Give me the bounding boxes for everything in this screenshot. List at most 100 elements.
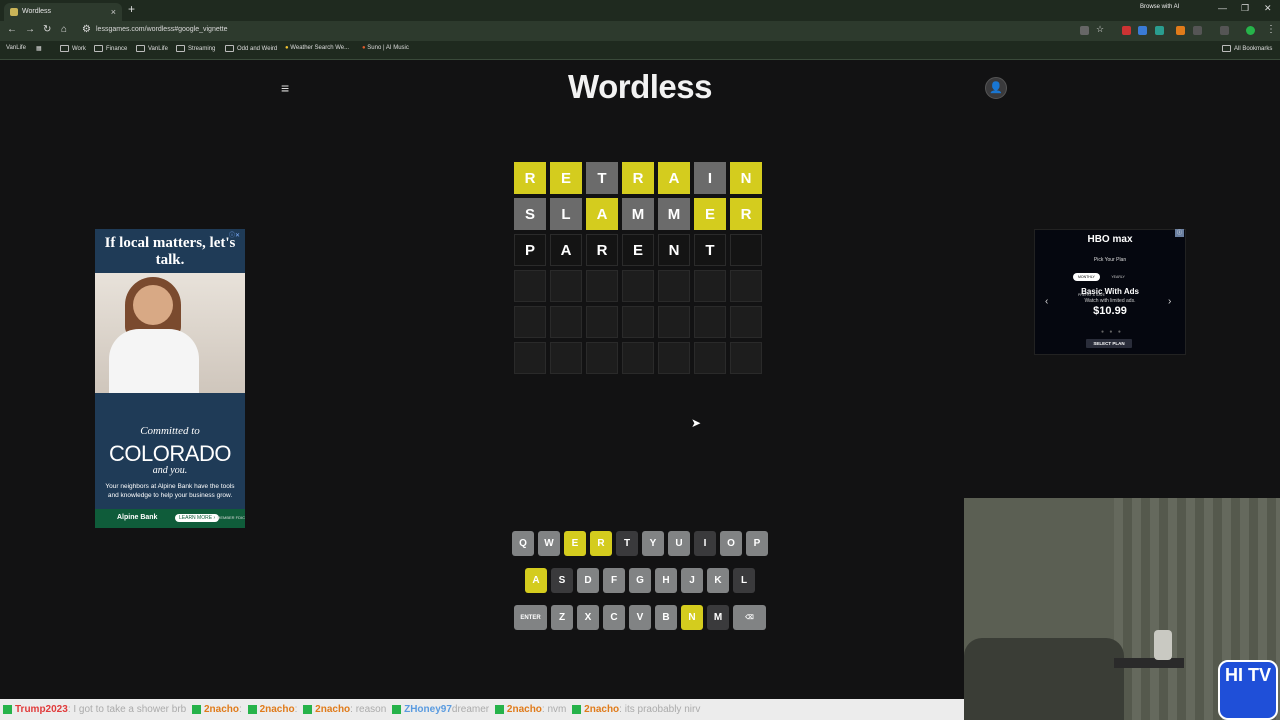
key-o[interactable]: O [720,531,742,556]
key-a[interactable]: A [525,568,547,593]
close-tab-icon[interactable]: × [111,3,116,21]
backspace-key[interactable]: ⌫ [733,605,766,630]
new-tab-icon[interactable]: + [128,2,135,16]
ad-info-icon[interactable]: ⓘ✕ [229,230,240,239]
ad-tab-yearly[interactable]: YEARLY [1106,273,1130,281]
key-d[interactable]: D [577,568,599,593]
all-bookmarks[interactable]: All Bookmarks [1222,45,1272,52]
letter-tile: T [586,162,618,194]
key-p[interactable]: P [746,531,768,556]
chat-message: dreamer [451,704,492,715]
ad-plan-price: $10.99 [1093,305,1127,317]
bookmark-folder[interactable]: Work [60,45,86,52]
key-i[interactable]: I [694,531,716,556]
extension-icon[interactable] [1155,26,1164,35]
more-menu-icon[interactable]: ⋮ [1266,24,1276,35]
ad-learn-more-button[interactable]: LEARN MORE › [175,514,220,522]
star-icon[interactable]: ☆ [1096,24,1104,35]
key-l[interactable]: L [733,568,755,593]
key-g[interactable]: G [629,568,651,593]
letter-tile [658,342,690,374]
bookmark-folder[interactable]: VanLife [136,45,168,52]
extensions-puzzle-icon[interactable] [1193,26,1202,35]
extension-icon[interactable] [1138,26,1147,35]
ad-tab-monthly[interactable]: MONTHLY [1073,273,1100,281]
chat-message: : [239,704,245,715]
key-y[interactable]: Y [642,531,664,556]
apps-grid-icon[interactable]: ▦ [36,45,42,52]
home-icon[interactable]: ⌂ [61,24,67,35]
bookmark-folder[interactable]: Odd and Weird [225,45,277,52]
restore-icon[interactable]: ❐ [1241,3,1249,14]
key-w[interactable]: W [538,531,560,556]
key-x[interactable]: X [577,605,599,630]
letter-tile: A [658,162,690,194]
letter-tile: R [514,162,546,194]
bookmark-item[interactable]: ● Weather Search We... [285,45,349,51]
letter-tile [694,306,726,338]
bookmark-folder[interactable]: Finance [94,45,127,52]
key-r[interactable]: R [590,531,612,556]
key-m[interactable]: M [707,605,729,630]
key-t[interactable]: T [616,531,638,556]
letter-tile [586,306,618,338]
minimize-icon[interactable]: — [1218,3,1227,13]
letter-tile [730,270,762,302]
chat-badge-icon [392,704,402,714]
extension-icon[interactable] [1176,26,1185,35]
key-f[interactable]: F [603,568,625,593]
letter-tile: A [550,234,582,266]
letter-tile [514,270,546,302]
forward-icon[interactable]: → [25,24,35,35]
extension-icon[interactable] [1122,26,1131,35]
letter-tile [658,270,690,302]
reload-icon[interactable]: ↻ [43,24,51,35]
letter-tile [586,342,618,374]
ad-plan-desc: Watch with limited ads. [1084,298,1136,304]
profile-avatar-icon[interactable] [1246,26,1255,35]
board-row [514,270,766,302]
ad-headline: If local matters, let's talk. [104,235,236,268]
key-u[interactable]: U [668,531,690,556]
ad-select-plan-button[interactable]: SELECT PLAN [1086,339,1132,348]
key-s[interactable]: S [551,568,573,593]
sidepanel-icon[interactable] [1220,26,1229,35]
tab-title: Wordless [22,8,52,15]
url-input[interactable]: lessgames.com/wordless#google_vignette [96,26,228,33]
chat-badge-icon [247,704,257,714]
key-e[interactable]: E [564,531,586,556]
letter-tile: N [730,162,762,194]
browser-tab[interactable]: Wordless × [4,3,122,21]
eye-off-icon[interactable] [1080,26,1089,35]
back-icon[interactable]: ← [7,24,17,35]
bookmark-item[interactable]: VanLife [6,45,26,51]
key-z[interactable]: Z [551,605,573,630]
key-k[interactable]: K [707,568,729,593]
ad-right-banner[interactable]: ⓘ HBO max Pick Your Plan MONTHLY YEARLY … [1034,229,1186,355]
key-b[interactable]: B [655,605,677,630]
close-window-icon[interactable]: ✕ [1264,3,1272,14]
key-v[interactable]: V [629,605,651,630]
browse-with-ai-button[interactable]: Browse with AI [1140,4,1179,10]
letter-tile [550,306,582,338]
bookmark-item[interactable]: ● Suno | AI Music [362,45,409,51]
enter-key[interactable]: ENTER [514,605,547,630]
key-q[interactable]: Q [512,531,534,556]
letter-tile: L [550,198,582,230]
bookmark-folder[interactable]: Streaming [176,45,215,52]
user-icon: 👤 [989,82,1003,94]
ad-photo [95,273,245,393]
ad-left-banner[interactable]: If local matters, let's talk. Committed … [95,229,245,528]
letter-tile: R [586,234,618,266]
key-c[interactable]: C [603,605,625,630]
key-j[interactable]: J [681,568,703,593]
key-h[interactable]: H [655,568,677,593]
key-n[interactable]: N [681,605,703,630]
letter-tile: A [586,198,618,230]
site-info-icon[interactable]: ⚙ [82,24,91,35]
user-button[interactable]: 👤 [985,77,1007,99]
letter-tile: I [694,162,726,194]
letter-tile: E [622,234,654,266]
board-row: PARENT [514,234,766,266]
chat-username: ZHoney97 [404,704,452,715]
